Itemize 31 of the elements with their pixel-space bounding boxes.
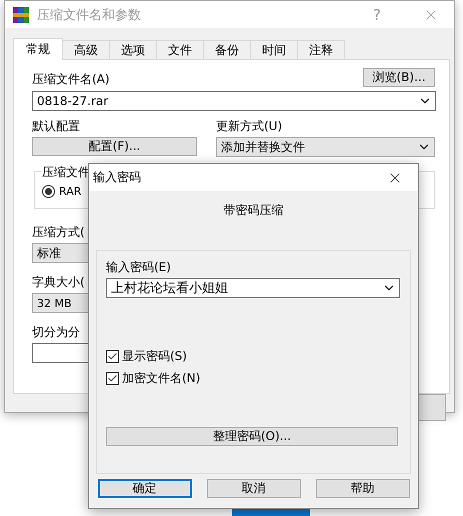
tab[interactable]: 注释 [297,40,345,60]
checkbox[interactable] [106,350,119,363]
field-label: 字典大小( [32,275,85,290]
browse-button[interactable]: 浏览(B)... [363,68,435,87]
method-combo[interactable]: 标准 [32,243,89,263]
archive-name-combo[interactable]: 0818-27.rar [32,91,436,111]
field-label: 压缩文件名(A) [32,72,110,87]
app-icon [13,6,29,22]
radio-label: RAR [59,185,82,198]
update-mode-combo[interactable]: 添加并替换文件 [216,137,435,157]
field-label: 默认配置 [32,119,81,134]
radio-button[interactable] [42,185,55,198]
profile-button[interactable]: 配置(F)... [32,137,197,156]
checkbox[interactable] [106,372,119,385]
field-label: 切分为分 [32,325,80,340]
dialog-button[interactable]: 确定 [98,479,192,498]
dialog-button[interactable]: 取消 [206,479,300,498]
dialog-heading: 带密码压缩 [224,202,284,219]
dialog-button[interactable]: 帮助 [316,479,410,498]
split-field[interactable] [32,343,89,363]
field-label: 更新方式(U) [216,119,284,134]
checkbox-label: 加密文件名(N) [122,370,200,387]
password-combo[interactable]: 上村花论坛看小姐姐 [106,278,400,298]
tab[interactable]: 常规 [13,38,63,60]
window-title: 压缩文件名和参数 [37,6,142,24]
field-label: 压缩方式( [32,225,85,240]
organize-passwords-button[interactable]: 整理密码(O)... [106,427,398,446]
dictionary-combo[interactable]: 32 MB [32,293,89,313]
checkbox-label: 显示密码(S) [122,348,187,365]
field-label: 输入密码(E) [106,260,172,275]
dialog-title: 输入密码 [93,169,142,186]
